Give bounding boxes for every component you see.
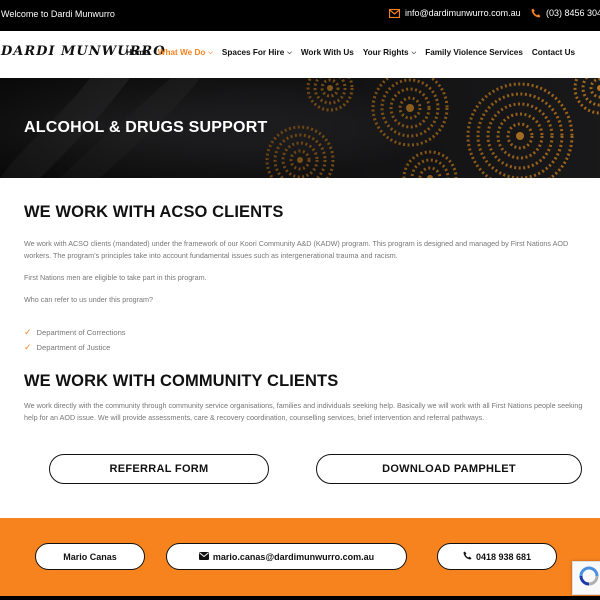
contact-footer: Mario Canas mario.canas@dardimunwurro.co… <box>0 518 600 596</box>
acso-paragraph: We work with ACSO clients (mandated) und… <box>24 239 569 260</box>
phone-icon <box>531 8 541 18</box>
check-icon: ✓ <box>24 342 32 352</box>
page-title: ALCOHOL & DRUGS SUPPORT <box>24 119 268 136</box>
hero-banner: ALCOHOL & DRUGS SUPPORT <box>0 78 600 178</box>
welcome-text: Welcome to Dardi Munwurro <box>1 9 115 19</box>
recaptcha-badge[interactable] <box>572 561 600 595</box>
acso-heading: WE WORK WITH ACSO CLIENTS <box>24 203 284 221</box>
referral-form-button[interactable]: REFERRAL FORM <box>49 454 269 484</box>
contact-phone-button[interactable]: 0418 938 681 <box>437 543 557 570</box>
referral-question: Who can refer to us under this program? <box>24 295 154 304</box>
nav-family-violence-services[interactable]: Family Violence Services <box>425 48 523 57</box>
main-nav: Home What We Do ⌵ Spaces For Hire ⌵ Work W… <box>126 48 584 57</box>
community-paragraph: We work directly with the community thro… <box>24 401 583 422</box>
list-item: ✓ Department of Corrections <box>24 327 126 337</box>
nav-home[interactable]: Home <box>126 48 149 57</box>
nav-your-rights[interactable]: Your Rights ⌵ <box>363 48 416 57</box>
recaptcha-icon <box>579 566 599 591</box>
top-bar: Welcome to Dardi Munwurro info@dardimunw… <box>0 0 600 31</box>
contact-email-button[interactable]: mario.canas@dardimunwurro.com.au <box>166 543 407 570</box>
nav-what-we-do[interactable]: What We Do ⌵ <box>158 48 213 57</box>
list-item: ✓ Department of Justice <box>24 342 111 352</box>
chevron-down-icon: ⌵ <box>411 50 417 56</box>
contact-name-button[interactable]: Mario Canas <box>35 543 145 570</box>
topbar-email[interactable]: info@dardimunwurro.com.au <box>389 8 521 18</box>
envelope-icon <box>389 8 400 18</box>
envelope-icon <box>198 551 209 562</box>
download-pamphlet-button[interactable]: DOWNLOAD PAMPHLET <box>316 454 582 484</box>
phone-icon <box>463 551 472 562</box>
topbar-phone-text[interactable]: (03) 8456 304 <box>546 8 600 18</box>
topbar-phone[interactable]: (03) 8456 304 <box>531 8 600 18</box>
community-heading: WE WORK WITH COMMUNITY CLIENTS <box>24 372 339 390</box>
nav-contact-us[interactable]: Contact Us <box>532 48 575 57</box>
topbar-email-text[interactable]: info@dardimunwurro.com.au <box>405 8 521 18</box>
eligibility-paragraph: First Nations men are eligible to take p… <box>24 273 207 282</box>
site-header: DARDI MUNWURRO Home What We Do ⌵ Spaces F… <box>0 31 600 78</box>
nav-work-with-us[interactable]: Work With Us <box>301 48 354 57</box>
chevron-down-icon: ⌵ <box>287 50 292 56</box>
chevron-down-icon: ⌵ <box>208 50 213 56</box>
nav-spaces-for-hire[interactable]: Spaces For Hire ⌵ <box>222 48 292 57</box>
bottom-bar <box>0 596 600 600</box>
check-icon: ✓ <box>24 327 32 337</box>
referrer-list: ✓ Department of Corrections ✓ Department o… <box>24 325 126 355</box>
